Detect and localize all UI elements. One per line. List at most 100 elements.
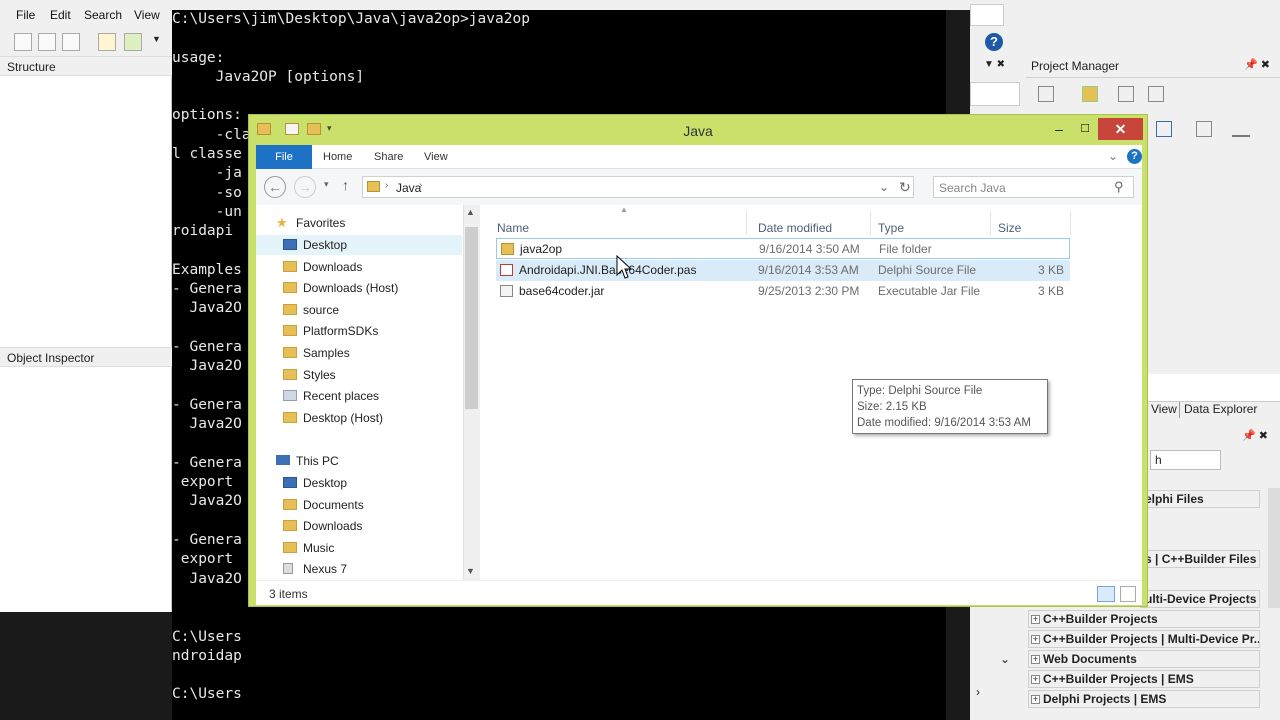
chevron-down-icon[interactable]: ▼ <box>152 34 161 44</box>
chevron-down-icon[interactable]: ⌄ <box>1000 652 1010 666</box>
nav-this-pc[interactable]: This PC <box>276 451 339 471</box>
tool-palette-category[interactable]: + C++Builder Projects <box>1028 610 1260 628</box>
column-separator[interactable] <box>870 211 871 235</box>
refresh-icon[interactable]: ↻ <box>899 179 911 196</box>
nav-item[interactable]: Desktop <box>256 235 462 255</box>
folder-view-icon[interactable] <box>1118 86 1134 102</box>
tool-palette-category[interactable]: + C++Builder Projects | EMS <box>1028 670 1260 688</box>
chevron-right-icon[interactable]: › <box>419 180 422 191</box>
chevron-down-icon[interactable]: ▼ ✖ <box>984 59 1005 70</box>
right-input-box[interactable] <box>970 4 1004 26</box>
chevron-down-icon[interactable]: ⌄ <box>879 180 889 194</box>
grid-icon[interactable] <box>1148 86 1164 102</box>
chevron-down-icon[interactable]: ▾ <box>324 179 329 190</box>
search-input[interactable]: Search Java <box>939 181 1006 195</box>
tool-palette-category[interactable]: +elphi Files <box>1140 490 1260 508</box>
menu-edit[interactable]: Edit <box>50 8 71 22</box>
file-row[interactable]: java2op 9/16/2014 3:50 AM File folder <box>496 238 1070 259</box>
nav-item[interactable]: Nexus 7 <box>283 559 347 579</box>
nav-item[interactable]: Downloads <box>283 257 362 277</box>
nav-item[interactable]: Samples <box>283 343 350 363</box>
help-icon[interactable]: ? <box>1127 149 1142 164</box>
explorer-window[interactable]: ▾ Java – ☐ ✕ File Home Share View ⌄ ? ← … <box>248 114 1148 607</box>
close-button[interactable]: ✕ <box>1098 118 1143 140</box>
file-type: File folder <box>879 242 932 256</box>
new-item-icon[interactable] <box>98 33 116 51</box>
add-folder-icon[interactable] <box>1082 86 1098 102</box>
chevron-right-icon[interactable]: › <box>976 685 980 699</box>
tool-palette-category[interactable]: + Delphi Projects | EMS <box>1028 690 1260 708</box>
nav-favorites[interactable]: ★ Favorites <box>276 213 345 233</box>
nav-item[interactable]: Styles <box>283 365 336 385</box>
expand-icon[interactable]: + <box>1031 635 1040 644</box>
minimize-button[interactable]: – <box>1045 118 1073 140</box>
address-text[interactable]: Java <box>396 181 421 195</box>
add-project-icon[interactable] <box>124 33 142 51</box>
nav-item[interactable]: Desktop (Host) <box>283 408 383 428</box>
scroll-up-icon[interactable]: ▲ <box>466 207 475 217</box>
expand-icon[interactable]: + <box>1031 615 1040 624</box>
nav-item[interactable]: PlatformSDKs <box>283 321 378 341</box>
tab-data-explorer[interactable]: Data Explorer <box>1179 402 1257 418</box>
new-file-icon[interactable] <box>14 33 32 51</box>
menu-search[interactable]: Search <box>84 8 122 22</box>
column-name[interactable]: Name <box>497 221 529 235</box>
options-icon[interactable] <box>1196 121 1212 137</box>
search-box[interactable]: Search Java ⚲ <box>933 176 1134 198</box>
help-icon[interactable]: ? <box>985 33 1003 51</box>
tab-view[interactable]: View <box>1151 402 1177 416</box>
column-separator[interactable] <box>746 211 747 235</box>
tab-share[interactable]: Share <box>374 151 403 163</box>
maximize-button[interactable]: ☐ <box>1071 118 1099 140</box>
tool-palette-category[interactable]: +ulti-Device Projects <box>1140 590 1260 608</box>
column-size[interactable]: Size <box>998 221 1021 235</box>
chevron-down-icon[interactable]: ⌄ <box>1108 149 1118 163</box>
nav-scroll-thumb[interactable] <box>465 227 478 409</box>
palette-scrollbar[interactable] <box>1268 488 1280 608</box>
filter-icon[interactable] <box>1232 121 1250 137</box>
up-arrow-icon[interactable]: ↑ <box>342 177 349 193</box>
nav-item[interactable]: Recent places <box>283 386 379 406</box>
back-button[interactable]: ← <box>264 176 286 198</box>
expand-icon[interactable]: + <box>1031 655 1040 664</box>
tab-home[interactable]: Home <box>323 151 352 163</box>
nav-item[interactable]: Desktop <box>283 473 347 493</box>
console-line: Java2OP [options] <box>172 68 365 85</box>
scroll-down-icon[interactable]: ▼ <box>466 566 475 576</box>
settings-icon[interactable] <box>1156 121 1172 137</box>
nav-item[interactable]: Documents <box>283 495 364 515</box>
tool-palette-category[interactable]: + C++Builder Projects | Multi-Device Pr..… <box>1028 630 1260 648</box>
forward-button[interactable]: → <box>294 176 316 198</box>
details-view-icon[interactable] <box>1097 586 1115 602</box>
search-icon[interactable]: ⚲ <box>1114 179 1124 195</box>
column-separator[interactable] <box>990 211 991 235</box>
menu-view[interactable]: View <box>134 8 160 22</box>
tool-palette-category[interactable]: +s | C++Builder Files <box>1140 550 1260 568</box>
expand-icon[interactable]: + <box>1031 675 1040 684</box>
sync-icon[interactable] <box>1038 86 1054 102</box>
tool-palette-category[interactable]: + Web Documents <box>1028 650 1260 668</box>
tab-view[interactable]: View <box>424 151 448 163</box>
column-date-modified[interactable]: Date modified <box>758 221 832 235</box>
file-row[interactable]: Androidapi.JNI.Base64Coder.pas 9/16/2014 … <box>496 259 1070 281</box>
explorer-titlebar[interactable]: ▾ Java – ☐ ✕ <box>249 115 1147 145</box>
address-bar[interactable]: › Java › ⌄ ↻ <box>362 176 914 198</box>
file-row[interactable]: base64coder.jar 9/25/2013 2:30 PM Executab… <box>496 281 1070 302</box>
device-icon <box>283 563 293 575</box>
right-dropdown[interactable] <box>970 82 1020 106</box>
pin-icon[interactable]: 📌 ✖ <box>1242 429 1268 442</box>
nav-item[interactable]: source <box>283 300 339 320</box>
tab-file[interactable]: File <box>256 145 312 169</box>
open-window-icon[interactable] <box>38 33 56 51</box>
column-separator[interactable] <box>1070 211 1071 235</box>
close-window-icon[interactable] <box>62 33 80 51</box>
nav-item[interactable]: Downloads (Host) <box>283 278 398 298</box>
column-type[interactable]: Type <box>878 221 904 235</box>
expand-icon[interactable]: + <box>1031 695 1040 704</box>
tool-palette-search[interactable]: h <box>1150 450 1221 470</box>
nav-item[interactable]: Downloads <box>283 516 362 536</box>
nav-item[interactable]: Music <box>283 538 334 558</box>
menu-file[interactable]: File <box>16 8 35 22</box>
pin-icon[interactable]: 📌 ✖ <box>1244 58 1270 71</box>
large-icons-view-icon[interactable] <box>1120 586 1136 602</box>
